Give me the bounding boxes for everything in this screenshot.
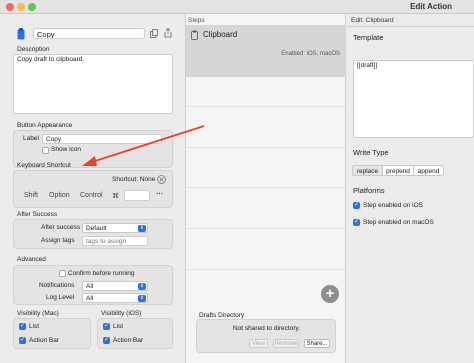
visibility-mac-box: ✓ List ✓ Action Bar xyxy=(13,318,91,349)
list-divider xyxy=(186,106,346,107)
after-success-label: After success xyxy=(41,224,81,231)
after-success-header: After Success xyxy=(17,211,58,218)
steps-panel: Steps Clipboard Enabled: iOS, macOS + Dr… xyxy=(186,14,346,363)
visibility-ios-box: ✓ List ✓ Action Bar xyxy=(97,318,173,349)
close-window-button[interactable] xyxy=(6,3,14,11)
notifications-label: Notifications xyxy=(39,282,75,289)
duplicate-icon[interactable] xyxy=(150,29,158,38)
ios-platform-label: Step enabled on iOS xyxy=(363,202,423,209)
clipboard-icon xyxy=(191,30,198,40)
plus-icon: + xyxy=(325,285,335,302)
add-step-button[interactable]: + xyxy=(321,285,339,303)
divider xyxy=(347,26,474,27)
keyboard-shortcut-header: Keyboard Shortcut xyxy=(17,162,71,169)
log-level-select[interactable]: All ⇕ xyxy=(82,293,148,303)
after-success-value: Default xyxy=(86,225,107,232)
label-field[interactable]: Copy xyxy=(42,134,162,144)
title-bar: Edit Action xyxy=(0,0,474,14)
shortcut-key-field[interactable] xyxy=(124,190,150,201)
after-success-box: After success Default ⇕ Assign tags xyxy=(13,219,173,249)
keyboard-shortcut-box: Shortcut: None Shift Option Control ⌘ ⋯ xyxy=(13,170,173,208)
write-type-label: Write Type xyxy=(353,148,389,157)
show-icon-checkbox[interactable] xyxy=(42,147,49,154)
list-divider xyxy=(186,269,346,270)
mac-action-bar-label: Action Bar xyxy=(29,337,59,344)
description-field[interactable]: Copy draft to clipboard. xyxy=(13,54,173,114)
remove-button[interactable]: Remove xyxy=(273,339,299,348)
drafts-directory-header: Drafts Directory xyxy=(199,312,245,319)
view-button[interactable]: View xyxy=(249,339,268,348)
notifications-select[interactable]: All ⇕ xyxy=(82,281,148,291)
drafts-directory-box: Not shared to directory. View Remove Sha… xyxy=(196,319,336,353)
advanced-header: Advanced xyxy=(17,256,46,263)
directory-status: Not shared to directory. xyxy=(233,325,301,332)
minimize-window-button[interactable] xyxy=(17,3,25,11)
mac-action-bar-checkbox[interactable]: ✓ xyxy=(19,337,26,344)
more-options-icon[interactable]: ⋯ xyxy=(156,190,163,198)
edit-panel-header: Edit: Clipboard xyxy=(351,17,394,24)
description-label: Description xyxy=(17,46,50,53)
write-type-append[interactable]: append xyxy=(414,165,444,176)
chevron-updown-icon: ⇕ xyxy=(138,295,146,302)
action-name-field[interactable]: Copy xyxy=(33,28,145,39)
mac-list-label: List xyxy=(29,323,40,330)
log-level-label: Log Level xyxy=(46,294,75,301)
visibility-mac-header: Visibility (Mac) xyxy=(17,310,59,317)
assign-tags-label: Assign tags xyxy=(41,237,75,244)
option-key-toggle[interactable]: Option xyxy=(49,192,70,199)
visibility-ios-header: Visibility (iOS) xyxy=(101,310,142,317)
write-type-segmented: replace prepend append xyxy=(352,165,444,176)
command-key-toggle[interactable]: ⌘ xyxy=(112,192,119,200)
action-settings-panel: Copy Description Copy draft to clipboard… xyxy=(0,14,186,363)
write-type-prepend[interactable]: prepend xyxy=(383,165,414,176)
step-subtitle: Enabled: iOS, macOS xyxy=(281,51,340,57)
mac-list-checkbox[interactable]: ✓ xyxy=(19,323,26,330)
ios-action-bar-checkbox[interactable]: ✓ xyxy=(103,337,110,344)
log-level-value: All xyxy=(86,295,94,302)
label-caption: Label xyxy=(23,135,39,142)
list-divider xyxy=(186,228,346,229)
share-button[interactable]: Share... xyxy=(304,339,330,348)
confirm-checkbox[interactable] xyxy=(59,270,66,277)
step-title: Clipboard xyxy=(203,30,238,39)
template-label: Template xyxy=(353,33,384,42)
advanced-box: Confirm before running Notifications All… xyxy=(13,265,173,305)
clear-shortcut-icon[interactable] xyxy=(157,175,166,184)
mac-platform-checkbox[interactable]: ✓ xyxy=(353,219,360,226)
ios-platform-checkbox[interactable]: ✓ xyxy=(353,202,360,209)
ios-list-checkbox[interactable]: ✓ xyxy=(103,323,110,330)
clipboard-icon[interactable] xyxy=(17,28,25,40)
after-success-select[interactable]: Default ⇕ xyxy=(82,223,148,233)
write-type-replace[interactable]: replace xyxy=(352,165,383,176)
shift-key-toggle[interactable]: Shift xyxy=(24,192,38,199)
assign-tags-field[interactable] xyxy=(82,236,148,246)
zoom-window-button[interactable] xyxy=(28,3,36,11)
list-divider xyxy=(186,147,346,148)
share-icon[interactable] xyxy=(164,28,172,38)
list-divider xyxy=(186,187,346,188)
ios-list-label: List xyxy=(113,323,124,330)
confirm-label: Confirm before running xyxy=(68,270,135,277)
show-icon-label: Show icon xyxy=(51,146,81,153)
notifications-value: All xyxy=(86,283,94,290)
template-editor[interactable]: [[draft]] xyxy=(353,60,474,138)
mac-platform-label: Step enabled on macOS xyxy=(363,219,434,226)
chevron-updown-icon: ⇕ xyxy=(138,283,146,290)
button-appearance-header: Button Appearance xyxy=(17,122,73,129)
chevron-updown-icon: ⇕ xyxy=(138,225,146,232)
control-key-toggle[interactable]: Control xyxy=(80,192,103,199)
window-title: Edit Action xyxy=(410,2,452,11)
steps-header: Steps xyxy=(188,17,205,24)
ios-action-bar-label: Action Bar xyxy=(113,337,143,344)
step-editor-panel: Edit: Clipboard Template [[draft]] Write… xyxy=(347,14,474,363)
platforms-label: Platforms xyxy=(353,186,385,195)
step-item-clipboard[interactable]: Clipboard Enabled: iOS, macOS xyxy=(186,25,346,77)
shortcut-value: Shortcut: None xyxy=(112,176,156,183)
